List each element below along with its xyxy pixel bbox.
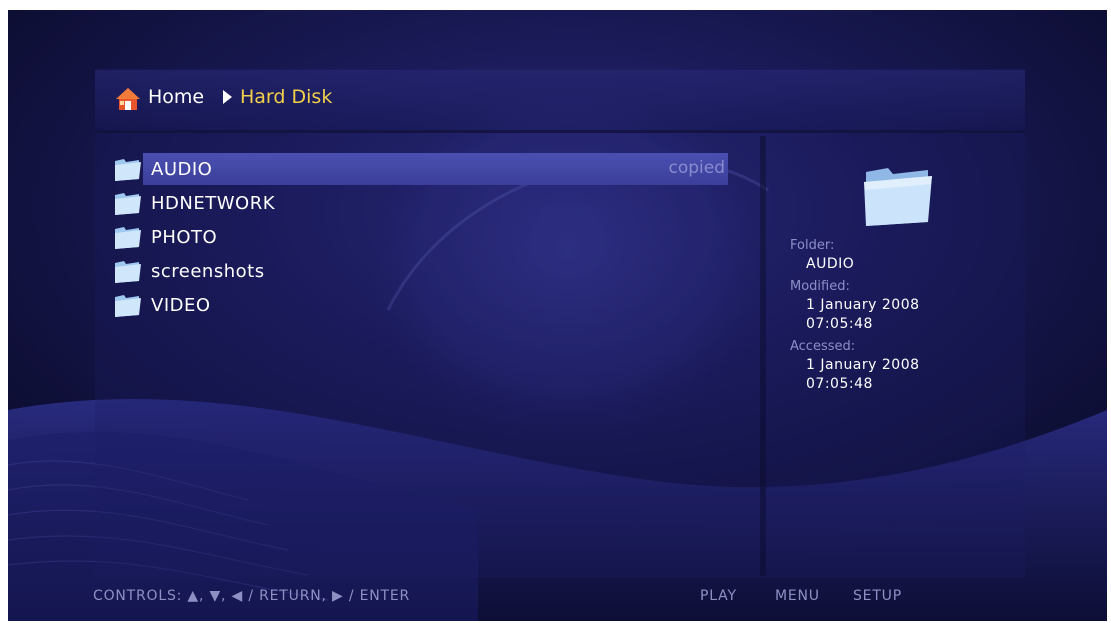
- list-item-label: HDNETWORK: [151, 192, 276, 214]
- list-item[interactable]: AUDIO copied: [105, 152, 730, 186]
- folder-label: Folder:: [790, 238, 835, 253]
- accessed-label: Accessed:: [790, 339, 856, 354]
- setup-button[interactable]: SETUP: [853, 588, 902, 604]
- folder-icon: [115, 295, 141, 317]
- list-item[interactable]: screenshots: [105, 254, 730, 288]
- folder-icon: [864, 168, 932, 226]
- breadcrumb-current[interactable]: Hard Disk: [240, 86, 332, 108]
- list-item-label: PHOTO: [151, 226, 218, 248]
- selection-highlight: [143, 153, 728, 185]
- home-icon[interactable]: [115, 87, 141, 111]
- modified-label: Modified:: [790, 279, 850, 294]
- folder-icon: [115, 261, 141, 283]
- accessed-date: 1 January 2008: [806, 357, 920, 373]
- ui-layer: Home Hard Disk AUDIO copied HDNETWORK PH…: [8, 10, 1107, 621]
- folder-details: Folder: AUDIO Modified: 1 January 2008 0…: [790, 237, 1010, 394]
- folder-icon: [115, 193, 141, 215]
- folder-icon: [115, 159, 141, 181]
- list-item-label: AUDIO: [151, 158, 213, 180]
- menu-button[interactable]: MENU: [775, 588, 820, 604]
- chevron-right-icon: [223, 90, 232, 104]
- controls-bar: CONTROLS: ▲, ▼, ◀ / RETURN, ▶ / ENTER PL…: [8, 576, 1107, 621]
- list-item[interactable]: HDNETWORK: [105, 186, 730, 220]
- modified-date: 1 January 2008: [806, 297, 920, 313]
- file-list: AUDIO copied HDNETWORK PHOTO screenshots: [105, 152, 730, 322]
- list-item[interactable]: PHOTO: [105, 220, 730, 254]
- breadcrumb: Home Hard Disk: [95, 70, 1025, 133]
- folder-icon: [115, 227, 141, 249]
- breadcrumb-home[interactable]: Home: [148, 86, 204, 108]
- modified-time: 07:05:48: [806, 316, 873, 332]
- list-item-label: screenshots: [151, 260, 265, 282]
- play-button[interactable]: PLAY: [700, 588, 737, 604]
- list-item-label: VIDEO: [151, 294, 211, 316]
- pane-divider: [760, 136, 766, 576]
- list-item[interactable]: VIDEO: [105, 288, 730, 322]
- folder-value: AUDIO: [806, 256, 855, 272]
- controls-hint: CONTROLS: ▲, ▼, ◀ / RETURN, ▶ / ENTER: [93, 588, 411, 604]
- accessed-time: 07:05:48: [806, 376, 873, 392]
- list-item-status: copied: [668, 158, 725, 178]
